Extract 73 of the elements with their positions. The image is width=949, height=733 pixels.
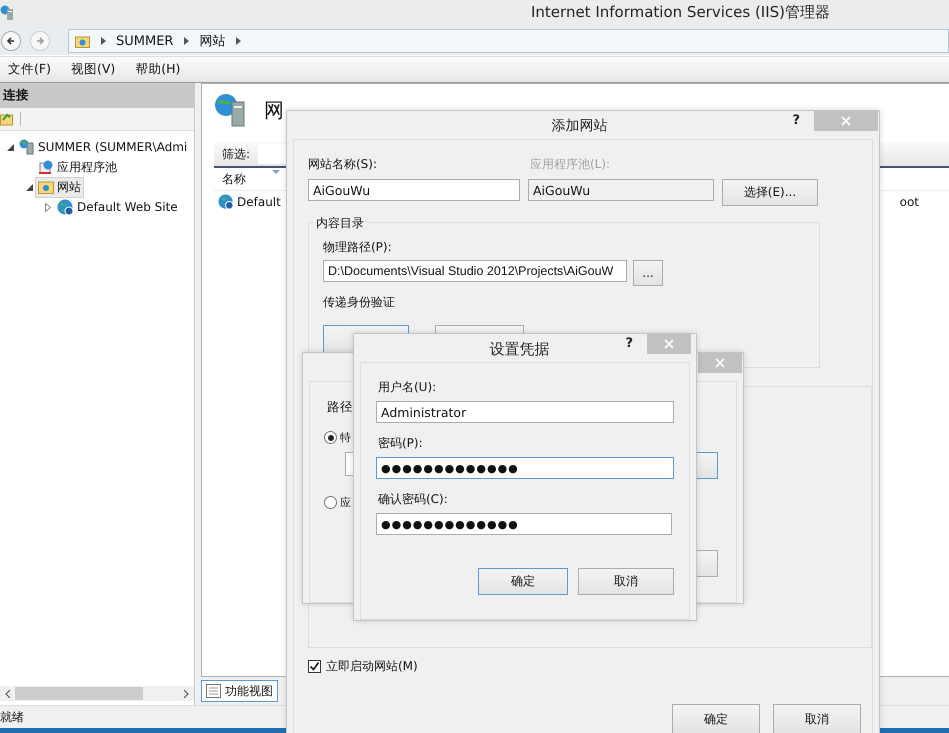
menu-item[interactable]: 视图(V): [70, 61, 116, 78]
username-field[interactable]: Administrator: [376, 401, 674, 423]
confirm-password-field[interactable]: ●●●●●●●●●●●●●: [376, 513, 672, 535]
select-button[interactable]: 选择(E)...: [722, 179, 818, 206]
close-button[interactable]: [698, 353, 742, 373]
collapsed-icon[interactable]: [45, 202, 51, 212]
help-button[interactable]: ?: [792, 113, 800, 128]
ok-button[interactable]: 确定: [672, 704, 760, 733]
filter-label: 筛选:: [222, 146, 250, 162]
radio-label: 特: [340, 430, 351, 445]
menu-item[interactable]: 帮助(H): [135, 61, 180, 78]
tree-item[interactable]: 应用程序池: [35, 156, 120, 178]
close-icon: [841, 116, 851, 126]
globe-icon: [57, 198, 74, 216]
tree-item[interactable]: SUMMER (SUMMER\Admi: [16, 137, 190, 157]
breadcrumb[interactable]: 网站: [199, 32, 226, 50]
list-icon: [206, 684, 221, 698]
sort-icon: [272, 170, 280, 174]
chevron-icon: [101, 37, 106, 45]
app-pool-field: AiGouWu: [528, 179, 714, 201]
server-icon: [0, 4, 14, 20]
menu-item[interactable]: 文件(F): [8, 61, 51, 78]
view-tab[interactable]: 功能视图: [201, 680, 278, 702]
expanded-icon[interactable]: [6, 144, 14, 150]
ok-button[interactable]: 确定: [478, 568, 568, 595]
radio-button[interactable]: [324, 431, 337, 444]
checkbox[interactable]: [308, 660, 321, 673]
panel-header: 连接: [0, 83, 194, 108]
cancel-button[interactable]: 取消: [773, 704, 861, 733]
close-icon: [715, 358, 725, 368]
folder-icon: [75, 34, 90, 48]
address-bar[interactable]: SUMMER 网站: [68, 29, 949, 53]
field-label: 网站名称(S):: [308, 156, 378, 173]
globe-icon: [218, 194, 234, 210]
checkbox-label: 立即启动网站(M): [326, 658, 418, 675]
radio-button[interactable]: [324, 496, 337, 509]
field-label: 传递身份验证: [323, 294, 396, 311]
field-label: 物理路径(P):: [323, 239, 393, 256]
connect-icon[interactable]: [0, 112, 14, 126]
tree-item[interactable]: Default Web Site: [54, 196, 181, 218]
field-label: 确认密码(C):: [378, 491, 449, 508]
site-name-field[interactable]: AiGouWu: [308, 179, 520, 201]
field-label: 应用程序池(L):: [529, 156, 612, 173]
table-cell: oot: [900, 195, 919, 209]
column-header[interactable]: 名称: [222, 170, 246, 188]
folder-icon: [38, 180, 54, 194]
table-cell: Default: [237, 195, 281, 209]
group-title: 路径: [327, 399, 353, 416]
server-icon: [19, 139, 35, 155]
expanded-icon[interactable]: [26, 184, 32, 190]
page-title: 网: [264, 96, 284, 124]
back-button[interactable]: [1, 31, 21, 51]
dialog-title: 添加网站: [550, 117, 609, 135]
help-button[interactable]: ?: [625, 336, 633, 351]
tree-item[interactable]: 网站: [35, 176, 84, 198]
dialog-title: 设置凭据: [488, 340, 551, 359]
window-title: Internet Information Services (IIS)管理器: [531, 3, 830, 22]
status-text: 就绪: [0, 708, 24, 726]
close-button[interactable]: [647, 334, 691, 354]
app-pool-icon: [38, 159, 54, 175]
cancel-button[interactable]: 取消: [578, 568, 674, 595]
chevron-icon: [184, 37, 190, 45]
breadcrumb[interactable]: SUMMER: [116, 34, 174, 48]
field-label: 用户名(U):: [378, 379, 438, 396]
close-icon: [664, 339, 674, 349]
radio-label: 应: [340, 495, 351, 510]
forward-button[interactable]: [30, 31, 50, 51]
path-field[interactable]: D:\Documents\Visual Studio 2012\Projects\AiGouW: [323, 260, 627, 282]
chevron-icon: [236, 37, 242, 45]
browse-button[interactable]: ...: [633, 260, 663, 286]
password-field[interactable]: ●●●●●●●●●●●●●: [376, 457, 674, 479]
scroll-bar[interactable]: [0, 686, 194, 701]
field-label: 密码(P):: [378, 435, 424, 452]
